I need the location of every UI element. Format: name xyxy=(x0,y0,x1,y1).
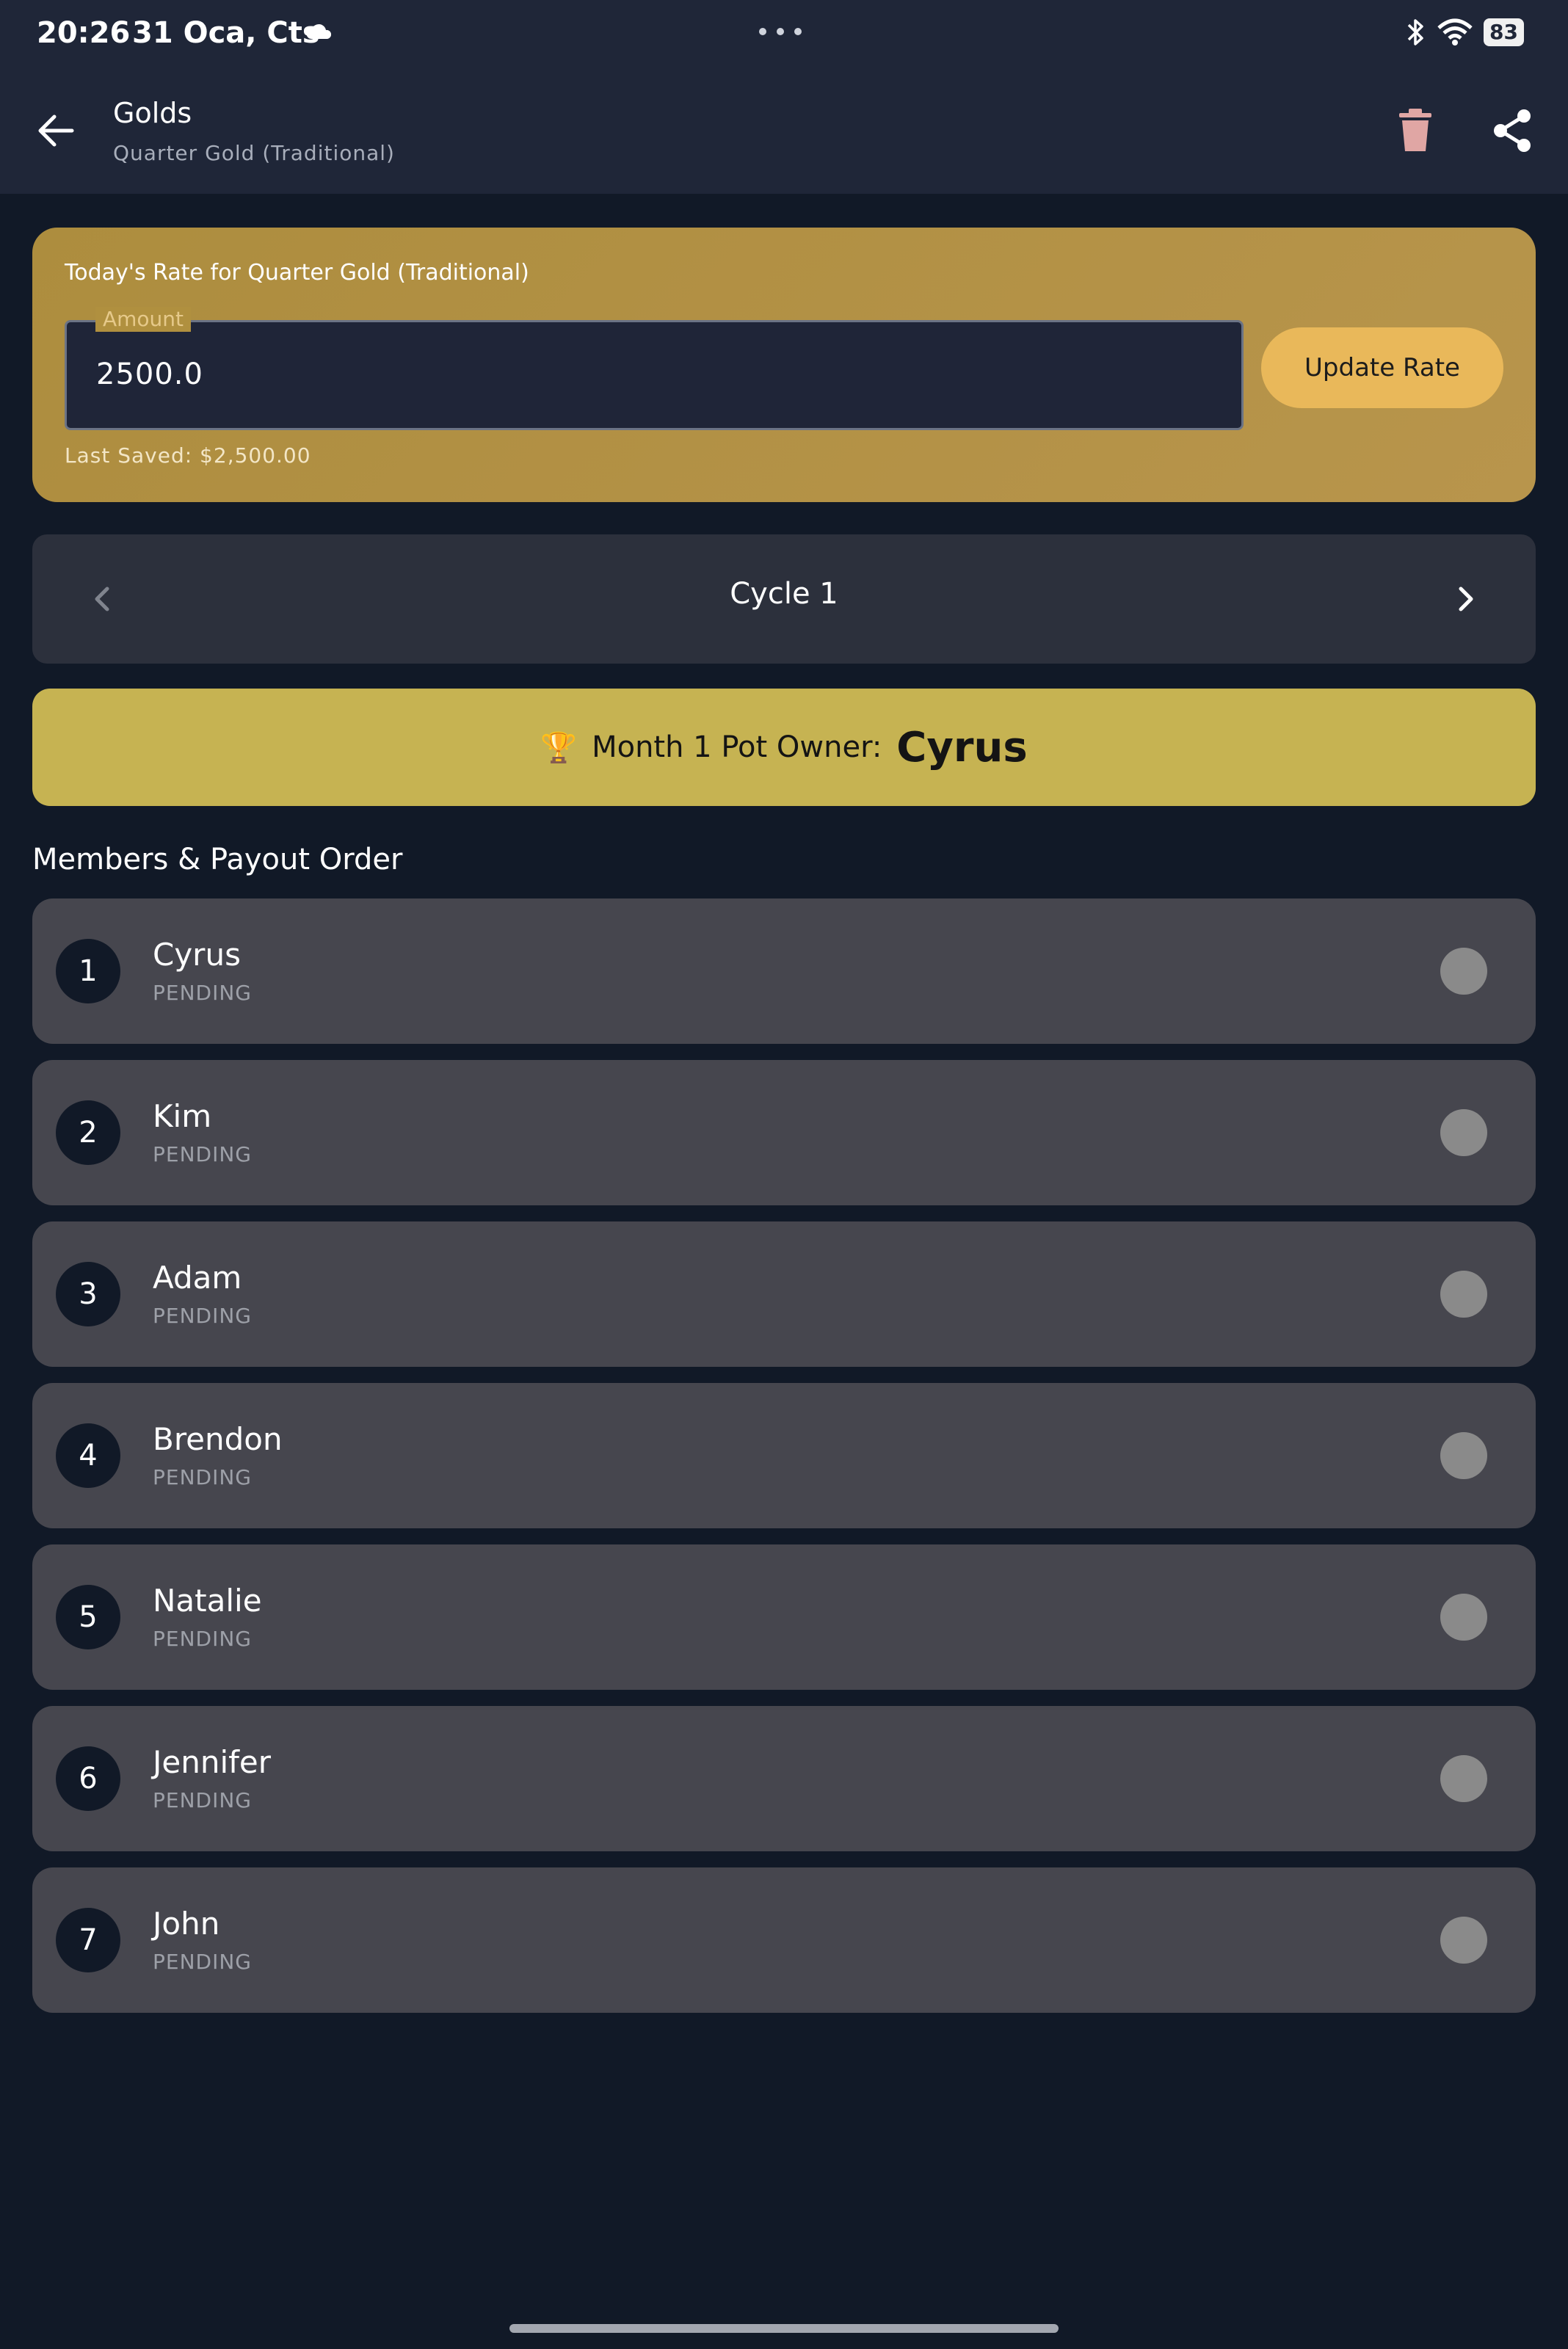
members-list: 1 Cyrus PENDING 2 Kim PENDING 3 Adam PEN… xyxy=(32,898,1536,2029)
member-status: PENDING xyxy=(153,981,252,1005)
more-dots-icon xyxy=(759,28,802,35)
member-paid-toggle[interactable] xyxy=(1440,1271,1487,1318)
member-row[interactable]: 7 John PENDING xyxy=(32,1867,1536,2013)
member-paid-toggle[interactable] xyxy=(1440,1594,1487,1641)
member-row[interactable]: 2 Kim PENDING xyxy=(32,1060,1536,1205)
member-order-badge: 1 xyxy=(56,939,120,1003)
member-row[interactable]: 5 Natalie PENDING xyxy=(32,1544,1536,1690)
app-bar: Golds Quarter Gold (Traditional) xyxy=(0,76,1568,194)
page-subtitle: Quarter Gold (Traditional) xyxy=(113,141,395,165)
member-row[interactable]: 3 Adam PENDING xyxy=(32,1221,1536,1367)
member-paid-toggle[interactable] xyxy=(1440,1109,1487,1156)
trash-icon[interactable] xyxy=(1395,107,1436,154)
pot-owner-label: Month 1 Pot Owner: xyxy=(592,730,882,764)
member-order-badge: 3 xyxy=(56,1262,120,1326)
home-indicator[interactable] xyxy=(509,2324,1059,2333)
update-rate-button[interactable]: Update Rate xyxy=(1261,327,1503,408)
members-section-title: Members & Payout Order xyxy=(32,843,403,876)
wifi-icon xyxy=(1437,18,1473,46)
member-order-badge: 4 xyxy=(56,1423,120,1488)
member-order-badge: 7 xyxy=(56,1908,120,1972)
member-paid-toggle[interactable] xyxy=(1440,1755,1487,1802)
member-order-badge: 2 xyxy=(56,1100,120,1165)
amount-value[interactable]: 2500.0 xyxy=(96,357,203,391)
member-name: John xyxy=(153,1906,220,1942)
member-status: PENDING xyxy=(153,1627,252,1651)
status-date: 31 Oca, Cts xyxy=(132,16,320,50)
member-order-badge: 5 xyxy=(56,1585,120,1649)
member-name: Jennifer xyxy=(153,1744,272,1780)
amount-label: Amount xyxy=(95,307,192,332)
rate-label: Today's Rate for Quarter Gold (Tradition… xyxy=(65,260,529,286)
rate-card: Today's Rate for Quarter Gold (Tradition… xyxy=(32,228,1536,502)
member-row[interactable]: 6 Jennifer PENDING xyxy=(32,1706,1536,1851)
pot-owner-name: Cyrus xyxy=(896,723,1028,771)
member-name: Kim xyxy=(153,1098,212,1134)
amount-input[interactable]: 2500.0 xyxy=(65,320,1244,430)
bluetooth-icon xyxy=(1407,19,1423,46)
battery-icon: 83 xyxy=(1484,18,1524,46)
cycle-title: Cycle 1 xyxy=(730,577,838,611)
member-row[interactable]: 1 Cyrus PENDING xyxy=(32,898,1536,1044)
status-right-icons: 83 xyxy=(1404,18,1524,47)
chevron-right-icon[interactable] xyxy=(1442,576,1489,622)
share-icon[interactable] xyxy=(1490,107,1534,154)
member-name: Adam xyxy=(153,1260,242,1296)
status-bar: 20:26 31 Oca, Cts 83 xyxy=(0,0,1568,76)
member-name: Natalie xyxy=(153,1583,262,1619)
trophy-icon: 🏆 xyxy=(540,730,578,765)
member-status: PENDING xyxy=(153,1465,252,1489)
member-name: Brendon xyxy=(153,1421,283,1457)
member-status: PENDING xyxy=(153,1788,252,1812)
member-status: PENDING xyxy=(153,1142,252,1166)
status-time: 20:26 xyxy=(37,16,131,50)
cycle-navigator: Cycle 1 xyxy=(32,534,1536,664)
member-paid-toggle[interactable] xyxy=(1440,948,1487,995)
last-saved-text: Last Saved: $2,500.00 xyxy=(65,443,311,468)
page-title: Golds xyxy=(113,97,192,129)
cloud-icon xyxy=(306,23,332,39)
member-paid-toggle[interactable] xyxy=(1440,1432,1487,1479)
member-row[interactable]: 4 Brendon PENDING xyxy=(32,1383,1536,1528)
member-status: PENDING xyxy=(153,1950,252,1974)
pot-owner-banner: 🏆 Month 1 Pot Owner: Cyrus xyxy=(32,689,1536,806)
member-status: PENDING xyxy=(153,1304,252,1328)
member-order-badge: 6 xyxy=(56,1746,120,1811)
back-arrow-icon[interactable] xyxy=(32,107,79,154)
member-name: Cyrus xyxy=(153,937,241,973)
member-paid-toggle[interactable] xyxy=(1440,1917,1487,1964)
